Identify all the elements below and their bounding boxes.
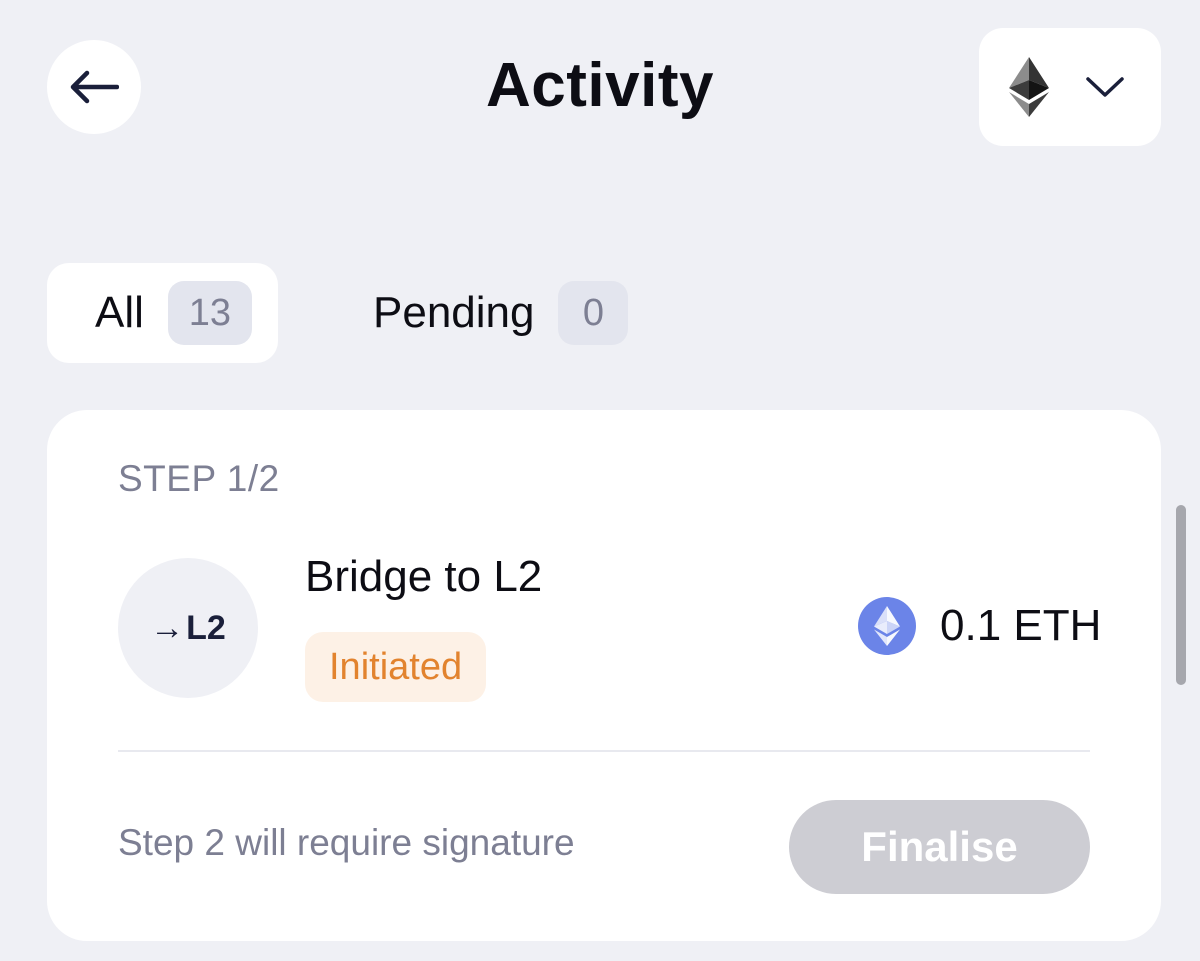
transaction-amount: 0.1 ETH [858, 597, 1101, 655]
ethereum-coin-icon [858, 597, 916, 655]
transaction-title: Bridge to L2 [305, 552, 543, 601]
bridge-l2-icon: → L2 [118, 558, 258, 698]
arrow-right-icon: → [150, 608, 185, 647]
signature-note: Step 2 will require signature [118, 822, 575, 863]
chevron-down-icon [1085, 75, 1125, 99]
divider [118, 750, 1090, 752]
amount-value: 0.1 ETH [940, 601, 1102, 650]
tab-pending[interactable]: Pending 0 [340, 263, 660, 363]
network-selector[interactable] [979, 28, 1161, 146]
finalise-button[interactable]: Finalise [789, 800, 1090, 894]
step-label: STEP 1/2 [118, 458, 280, 499]
tab-all-count-badge: 13 [167, 281, 252, 345]
ethereum-icon [1009, 57, 1049, 117]
scrollbar-thumb[interactable] [1176, 505, 1186, 685]
tab-all[interactable]: All 13 [47, 263, 278, 363]
tab-all-label: All [95, 288, 144, 337]
status-badge: Initiated [305, 632, 487, 702]
bridge-icon-text: L2 [186, 608, 226, 647]
activity-card: STEP 1/2 → L2 Bridge to L2 Initiated 0.1… [47, 410, 1161, 941]
tab-pending-label: Pending [373, 288, 535, 337]
tab-pending-count-badge: 0 [558, 281, 629, 345]
